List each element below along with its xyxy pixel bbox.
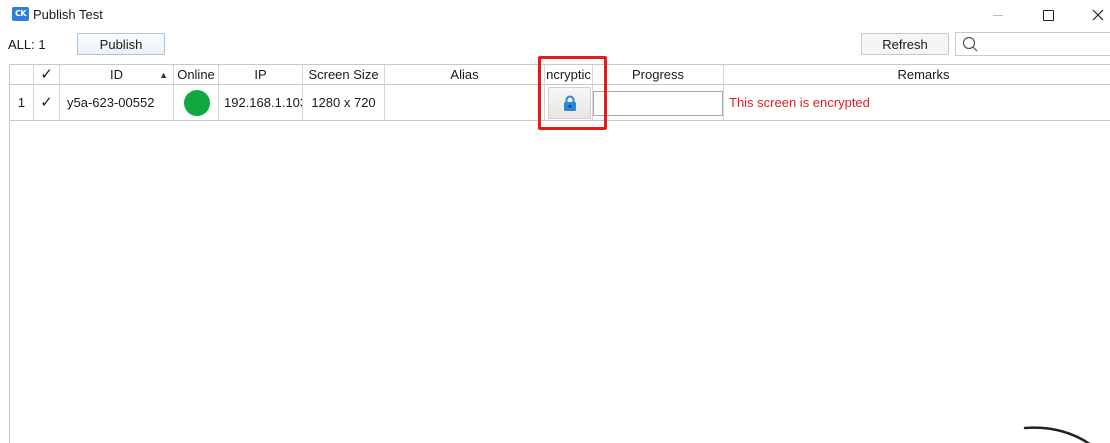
search-icon [962, 36, 978, 52]
row-remarks: This screen is encrypted [724, 85, 1110, 121]
search-input[interactable] [982, 35, 1106, 55]
header-progress[interactable]: Progress [593, 65, 724, 85]
row-alias[interactable] [385, 85, 545, 121]
header-select-all-checkbox[interactable]: ✓ [34, 65, 60, 85]
header-id-label: ID [110, 67, 123, 82]
header-screen-size-label: Screen Size [308, 67, 379, 82]
row-ip: 192.168.1.103 [219, 85, 303, 121]
row-number: 1 [10, 85, 34, 121]
maximize-button[interactable] [1025, 0, 1071, 30]
publish-test-window: CK Publish Test ALL: 1 Publish Refresh ✓… [0, 0, 1110, 443]
remarks-text: This screen is encrypted [729, 95, 870, 110]
lock-icon [563, 95, 576, 111]
header-id[interactable]: ID ▲ [60, 65, 174, 85]
publish-button[interactable]: Publish [77, 33, 165, 55]
header-remarks[interactable]: Remarks [724, 65, 1110, 85]
minimize-icon [993, 14, 1003, 16]
row-checkbox[interactable]: ✓ [34, 85, 60, 121]
row-screen-size: 1280 x 720 [303, 85, 385, 121]
header-alias-label: Alias [450, 67, 479, 82]
header-encryption[interactable]: ncryptic [545, 65, 593, 85]
header-online-label: Online [177, 67, 215, 82]
header-screen-size[interactable]: Screen Size [303, 65, 385, 85]
sort-ascending-icon: ▲ [159, 70, 168, 80]
header-online[interactable]: Online [174, 65, 219, 85]
close-button[interactable] [1075, 0, 1110, 30]
row-online [174, 85, 219, 121]
select-all-check-icon: ✓ [40, 65, 53, 83]
minimize-button[interactable] [975, 0, 1021, 30]
header-ip-label: IP [254, 67, 267, 82]
refresh-button[interactable]: Refresh [861, 33, 949, 55]
corner-decoration [1023, 426, 1091, 443]
header-encryption-label: ncryptic [546, 67, 591, 82]
online-status-icon [184, 90, 210, 116]
progress-bar [593, 91, 723, 116]
title-bar: CK Publish Test [0, 0, 1110, 30]
total-count-label: ALL: 1 [8, 37, 46, 52]
encryption-lock-button[interactable] [548, 87, 591, 119]
header-remarks-label: Remarks [897, 67, 950, 82]
app-icon: CK [12, 7, 29, 21]
header-alias[interactable]: Alias [385, 65, 545, 85]
row-check-icon: ✓ [40, 93, 53, 111]
row-id: y5a-623-00552 [60, 85, 174, 121]
window-title: Publish Test [33, 7, 103, 22]
close-icon [1092, 9, 1104, 21]
search-box[interactable] [955, 32, 1110, 56]
header-ip[interactable]: IP [219, 65, 303, 85]
header-progress-label: Progress [631, 67, 685, 82]
header-row-number [10, 65, 34, 85]
maximize-icon [1042, 9, 1054, 21]
